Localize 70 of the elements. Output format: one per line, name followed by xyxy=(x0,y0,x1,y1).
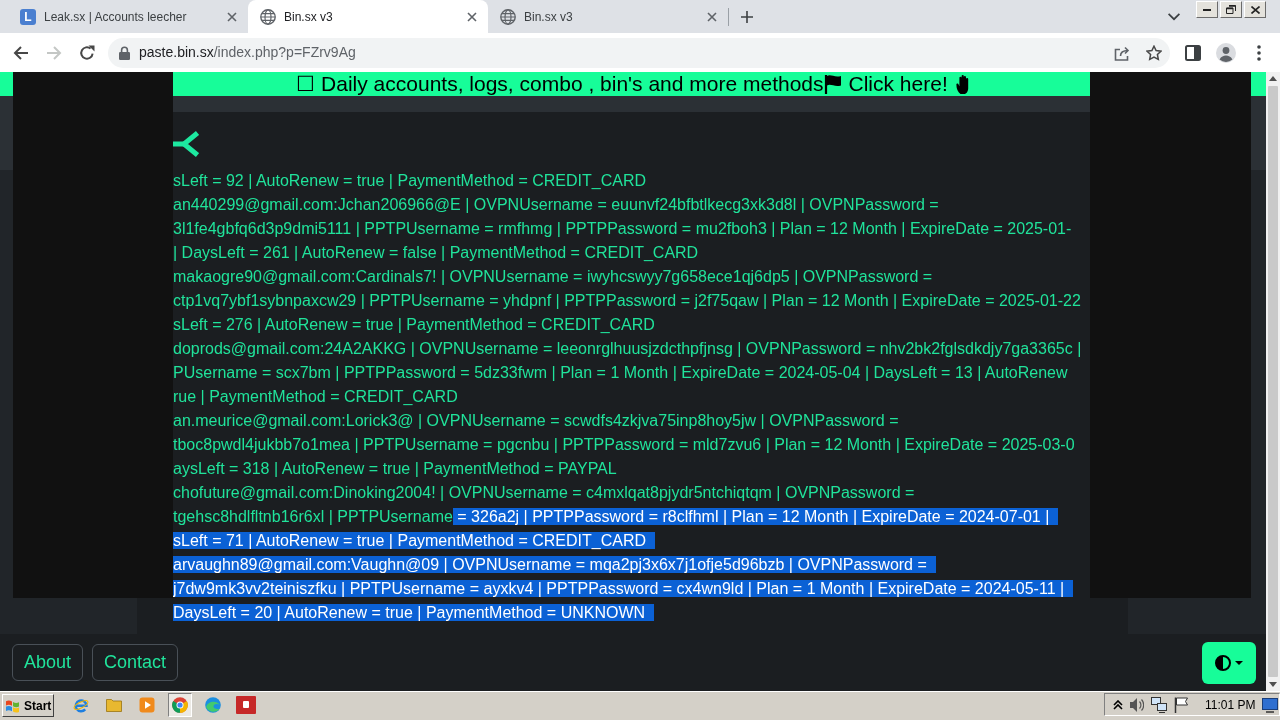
flag-icon xyxy=(823,74,842,94)
browser-tab[interactable]: L Leak.sx | Accounts leecher xyxy=(8,0,248,33)
browser-e-icon xyxy=(73,697,89,713)
scroll-down-icon[interactable] xyxy=(1269,682,1277,687)
address-bar[interactable]: paste.bin.sx/index.php?p=FZrv9Ag xyxy=(108,37,1170,68)
close-icon xyxy=(467,11,477,22)
clock-text: 11:01 PM xyxy=(1205,696,1256,714)
minimize-button[interactable] xyxy=(1196,1,1218,18)
windows-flag-icon xyxy=(5,698,21,713)
globe-icon xyxy=(500,8,516,25)
paste-line: makaogre90@gmail.com:Cardinals7! | OVPNUsername = iwyhcswyy7g658ece1qj6dp5 | OVPNPassword = xyxy=(173,267,933,287)
round-browser-icon xyxy=(172,697,188,713)
taskbar-button[interactable] xyxy=(168,693,192,717)
browser-tab[interactable]: Bin.sx v3 xyxy=(248,0,488,33)
contrast-icon xyxy=(1215,654,1231,671)
play-icon xyxy=(139,697,155,713)
paste-line: sLeft = 92 | AutoRenew = true | PaymentMethod = CREDIT_CARD xyxy=(173,171,646,191)
wave-browser-icon xyxy=(205,697,221,713)
banner-text: ☐ Daily accounts, logs, combo , bin's and more methods xyxy=(296,72,824,96)
folder-icon xyxy=(106,697,122,713)
chevron-down-icon xyxy=(1168,12,1180,21)
paste-line: aysLeft = 318 | AutoRenew = true | PaymentMethod = PAYPAL xyxy=(173,459,617,479)
paste-line: an440299@gmail.com:Jchan206966@E | OVPNUsername = euunvf24bfbtlkecg3xk3d8l | OVPNPassword = xyxy=(173,195,939,215)
side-panel-icon xyxy=(1185,44,1201,61)
restore-button[interactable] xyxy=(1220,1,1242,18)
paste-line: 3l1fe4gbfq6d3p9dmi5111 | PPTPUsername = rmfhmg | PPTPPassword = mu2fboh3 | Plan = 12 Month | ExpireDate = 2025-01- xyxy=(173,219,1072,239)
paste-line: tboc8pwdl4jukbb7o1mea | PPTPUsername = pgcnbu | PPTPPassword = mld7zvu6 | Plan = 12 Month | ExpireDate = 2025-03-0 xyxy=(173,435,1075,455)
avatar-icon xyxy=(1216,42,1236,63)
network-icon[interactable] xyxy=(1151,696,1167,713)
scrollbar[interactable] xyxy=(1266,72,1280,691)
scroll-up-icon[interactable] xyxy=(1269,76,1277,81)
url-text[interactable]: paste.bin.sx/index.php?p=FZrv9Ag xyxy=(139,42,356,63)
paste-line: doprods@gmail.com:24A2AKKG | OVPNUsername = leeonrglhuusjzdcthpfjnsg | OVPNPassword = nhv2bk2fglsdkdjy7ga3365c | xyxy=(173,339,1082,359)
paste-line: an.meurice@gmail.com:Lorick3@ | OVPNUsername = scwdfs4zkjva75inp8hoy5jw | OVPNPassword = xyxy=(173,411,899,431)
footer-link-button[interactable]: About xyxy=(12,644,84,681)
paste-line: tgehsc8hdlfltnb16r6xl | PPTPUsername = 326a2j | PPTPPassword = r8clfhml | Plan = 12 Month | ExpireDate = 2024-07-01 | xyxy=(173,505,1059,529)
speaker-icon[interactable] xyxy=(1130,696,1144,713)
taskbar-button[interactable] xyxy=(234,693,258,717)
plus-icon xyxy=(741,10,753,23)
site-favicon: L xyxy=(20,8,36,25)
paste-line: ctp1vq7ybf1sybnpaxcw29 | PPTPUsername = yhdpnf | PPTPPassword = j2f75qaw | Plan = 12 Month | ExpireDate = 2025-01-22 xyxy=(173,291,1081,311)
chevron-up-icon[interactable] xyxy=(1113,699,1123,710)
click-here-link[interactable]: Click here! xyxy=(848,72,948,96)
paste-line: chofuture@gmail.com:Dinoking2004! | OVPNUsername = c4mxlqat8pjydr5ntchiqtqm | OVPNPassword = xyxy=(173,483,915,503)
restore-icon xyxy=(1226,5,1236,14)
hand-icon xyxy=(955,74,970,94)
paste-line: sLeft = 276 | AutoRenew = true | PaymentMethod = CREDIT_CARD xyxy=(173,315,655,335)
browser-tab[interactable]: Bin.sx v3 xyxy=(488,0,728,33)
close-window-button[interactable] xyxy=(1244,1,1266,18)
paste-line: PUsername = scx7bm | PPTPPassword = 5dz33fwm | Plan = 1 Month | ExpireDate = 2024-05-04 | DaysLeft = 13 | AutoRenew xyxy=(173,363,1068,383)
scrollbar-thumb[interactable] xyxy=(1268,86,1278,677)
paste-line: rue | PaymentMethod = CREDIT_CARD xyxy=(173,387,458,407)
minimize-icon xyxy=(1203,8,1211,11)
star-icon xyxy=(1146,44,1162,61)
close-icon xyxy=(707,11,717,22)
theme-toggle-button[interactable] xyxy=(1202,641,1256,684)
caret-icon xyxy=(1235,660,1243,665)
logo-icon xyxy=(173,131,199,157)
kebab-menu-icon xyxy=(1257,44,1261,61)
share-icon xyxy=(1114,44,1130,61)
close-icon xyxy=(1250,5,1260,14)
globe-icon xyxy=(260,8,276,25)
flag-icon[interactable] xyxy=(1174,696,1188,713)
start-button[interactable]: Start xyxy=(2,694,54,717)
show-desktop-icon[interactable] xyxy=(1262,696,1279,713)
lock-icon[interactable] xyxy=(119,45,130,60)
close-icon xyxy=(227,11,237,22)
paste-line: | DaysLeft = 261 | AutoRenew = false | PaymentMethod = CREDIT_CARD xyxy=(173,243,699,263)
app-icon xyxy=(236,696,256,714)
footer-link-button[interactable]: Contact xyxy=(92,644,179,681)
